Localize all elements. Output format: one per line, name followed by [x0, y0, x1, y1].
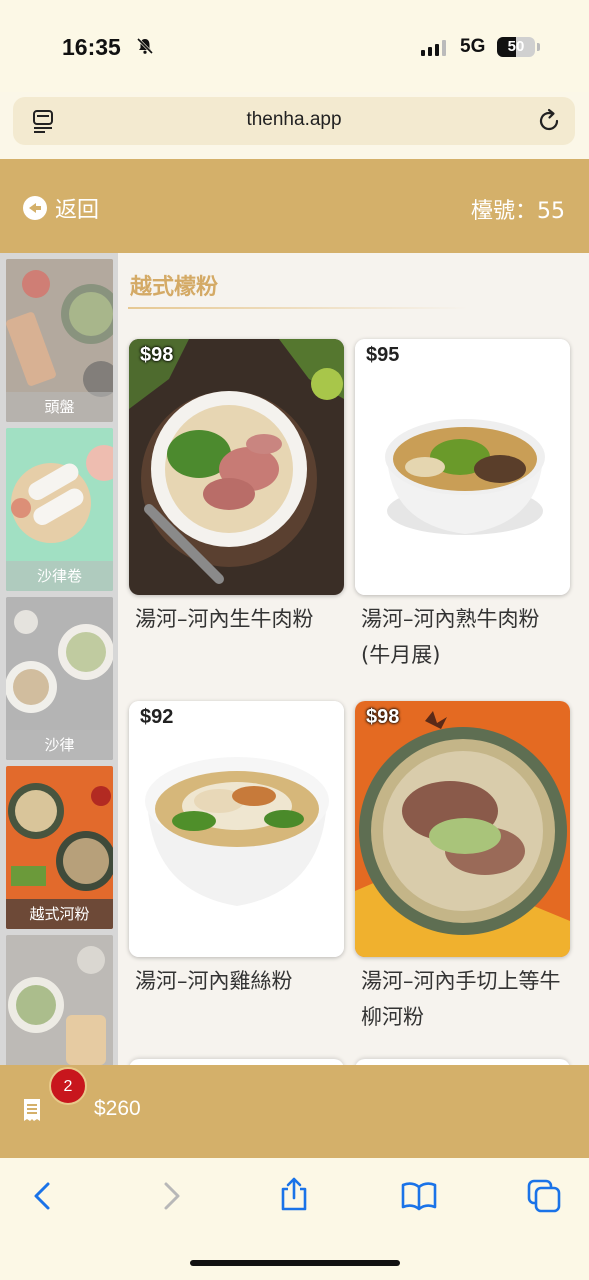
back-arrow-icon	[23, 196, 47, 220]
battery-tip	[537, 43, 540, 51]
battery-icon: 50	[497, 37, 535, 57]
cart-bar[interactable]: $260	[0, 1065, 589, 1158]
home-indicator	[190, 1260, 400, 1266]
status-time: 16:35	[62, 34, 121, 60]
dish-image	[355, 339, 570, 595]
dish-image	[355, 701, 570, 957]
status-bar: 16:35 5G 50	[0, 0, 589, 92]
forward-chevron-icon[interactable]	[153, 1178, 189, 1214]
tabs-icon[interactable]	[526, 1178, 562, 1214]
item-name[interactable]: 湯河–河內熟牛肉粉(牛月展)	[361, 601, 566, 673]
menu-item-card[interactable]: $98	[129, 339, 344, 595]
category-item[interactable]	[6, 935, 113, 1065]
item-name[interactable]: 湯河–河內雞絲粉	[135, 963, 340, 999]
page-header: 返回 檯號：55	[0, 159, 589, 253]
category-item[interactable]: 頭盤	[6, 259, 113, 422]
menu-item-card[interactable]: $92	[129, 701, 344, 957]
category-sidebar[interactable]: 頭盤 沙律卷 沙律 越式河粉	[0, 253, 118, 1065]
item-name[interactable]: 湯河–河內手切上等牛柳河粉	[361, 963, 566, 1035]
back-button[interactable]: 返回	[23, 192, 99, 224]
category-item[interactable]: 沙律	[6, 597, 113, 760]
cart-count-badge[interactable]: 2	[49, 1067, 87, 1105]
item-price: $92	[140, 706, 174, 728]
category-item[interactable]: 沙律卷	[6, 428, 113, 591]
bell-muted-icon	[136, 37, 154, 55]
address-bar[interactable]: thenha.app	[13, 97, 575, 145]
category-item-active[interactable]: 越式河粉	[6, 766, 113, 929]
category-label: 沙律卷	[6, 561, 113, 591]
url-text[interactable]: thenha.app	[13, 109, 575, 131]
receipt-icon[interactable]	[22, 1098, 42, 1122]
share-icon[interactable]	[276, 1176, 312, 1212]
category-image	[6, 597, 113, 760]
menu-item-card[interactable]: $98	[355, 701, 570, 957]
category-image	[6, 428, 113, 591]
category-image	[6, 935, 113, 1065]
section-title: 越式檬粉	[130, 275, 219, 300]
back-label: 返回	[55, 198, 100, 223]
item-price: $95	[366, 344, 400, 366]
menu-content[interactable]: 越式檬粉 $98 湯河–河內生牛肉粉 $95 湯河–河內熟牛肉粉(牛月展) $9…	[118, 253, 589, 1065]
dish-image	[129, 339, 344, 595]
category-label: 沙律	[6, 730, 113, 760]
category-label: 越式河粉	[6, 899, 113, 929]
menu-item-card[interactable]: $95	[355, 339, 570, 595]
item-price: $98	[366, 706, 400, 728]
battery-level: 50	[507, 38, 525, 55]
table-number: 檯號：55	[471, 199, 565, 224]
signal-icon	[421, 40, 446, 56]
item-name[interactable]: 湯河–河內生牛肉粉	[135, 601, 340, 637]
cart-total[interactable]: $260	[94, 1097, 141, 1121]
bookmarks-icon[interactable]	[401, 1178, 437, 1214]
category-label: 頭盤	[6, 392, 113, 422]
network-type: 5G	[460, 36, 486, 57]
dish-image	[129, 701, 344, 957]
category-image	[6, 259, 113, 422]
reload-icon[interactable]	[536, 108, 562, 134]
back-chevron-icon[interactable]	[25, 1178, 61, 1214]
section-divider	[128, 307, 468, 309]
item-price: $98	[140, 344, 174, 366]
